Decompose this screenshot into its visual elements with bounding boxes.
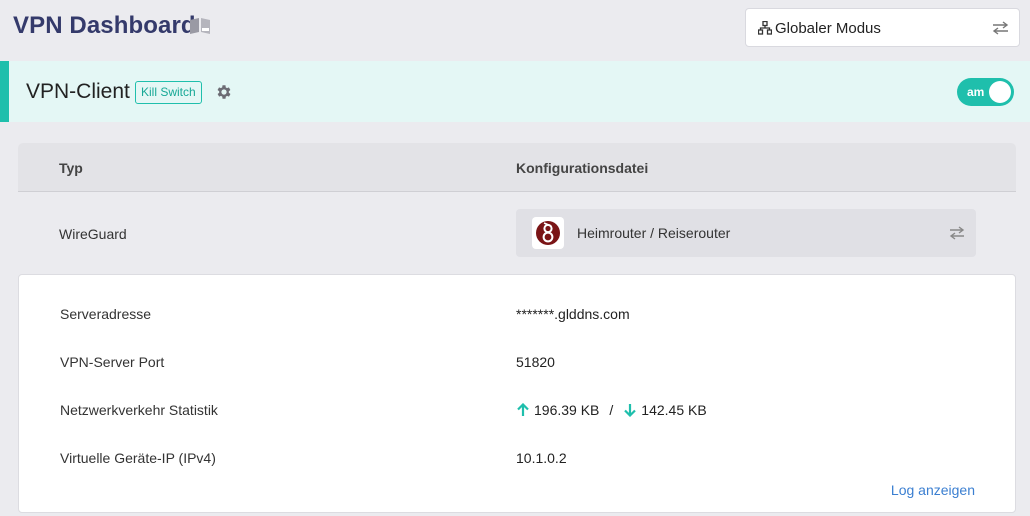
arrow-down-icon bbox=[624, 404, 637, 417]
config-file-select[interactable]: Heimrouter / Reiserouter bbox=[516, 209, 976, 257]
column-header-config: Konfigurationsdatei bbox=[516, 160, 649, 176]
main-panel: Typ Konfigurationsdatei WireGuard Heimro… bbox=[18, 143, 1016, 513]
port-label: VPN-Server Port bbox=[60, 354, 165, 370]
wireguard-logo-icon bbox=[532, 217, 564, 249]
connection-details: Serveradresse *******.glddns.com VPN-Ser… bbox=[18, 274, 1016, 513]
view-log-link[interactable]: Log anzeigen bbox=[891, 482, 975, 498]
swap-icon bbox=[992, 21, 1009, 35]
server-address-label: Serveradresse bbox=[60, 306, 152, 322]
toggle-knob bbox=[989, 81, 1011, 103]
mode-select[interactable]: Globaler Modus bbox=[745, 8, 1020, 47]
traffic-stats: 196.39 KB / 142.45 KB bbox=[516, 402, 707, 418]
ip-label: Virtuelle Geräte-IP (IPv4) bbox=[60, 450, 216, 466]
swap-icon bbox=[949, 226, 965, 240]
gear-icon[interactable] bbox=[215, 83, 233, 101]
table-header: Typ Konfigurationsdatei bbox=[18, 143, 1016, 192]
config-file-value: Heimrouter / Reiserouter bbox=[577, 225, 731, 241]
table-row: WireGuard Heimrouter / Reiserouter bbox=[18, 192, 1016, 275]
upload-value: 196.39 KB bbox=[534, 402, 600, 418]
toggle-label: am bbox=[967, 85, 985, 99]
client-title: VPN-Client bbox=[26, 80, 130, 103]
arrow-up-icon bbox=[517, 403, 529, 416]
traffic-label: Netzwerkverkehr Statistik bbox=[60, 402, 218, 418]
mode-select-value: Globaler Modus bbox=[775, 20, 881, 37]
traffic-separator: / bbox=[609, 402, 614, 418]
type-value: WireGuard bbox=[59, 226, 127, 242]
column-header-type: Typ bbox=[59, 160, 83, 176]
server-address-value: *******.glddns.com bbox=[516, 306, 630, 322]
download-value: 142.45 KB bbox=[641, 402, 707, 418]
header: VPN Dashboard Globaler Modus bbox=[0, 0, 1030, 56]
port-value: 51820 bbox=[516, 354, 555, 370]
vpn-client-bar: VPN-Client Kill Switch am bbox=[0, 61, 1030, 122]
ip-value: 10.1.0.2 bbox=[516, 450, 567, 466]
page-title: VPN Dashboard bbox=[13, 12, 196, 39]
book-icon bbox=[190, 18, 210, 34]
kill-switch-button[interactable]: Kill Switch bbox=[135, 81, 202, 104]
tree-icon bbox=[758, 21, 772, 35]
vpn-toggle[interactable]: am bbox=[957, 78, 1014, 106]
